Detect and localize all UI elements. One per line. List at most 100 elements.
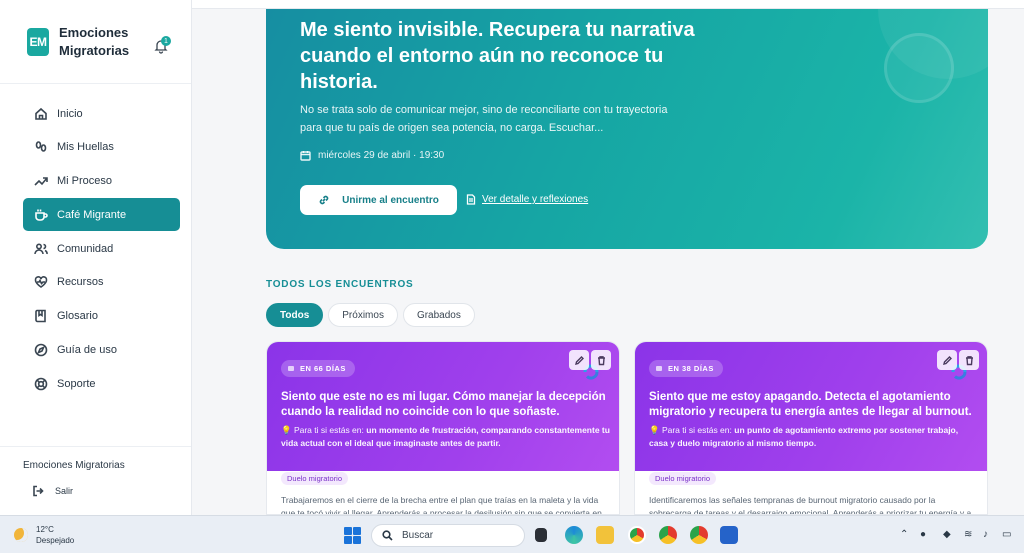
card-actions — [569, 350, 611, 370]
pencil-icon — [574, 355, 584, 365]
sidebar-item-label: Mi Proceso — [57, 175, 113, 188]
hero-description: No se trata solo de comunicar mejor, sin… — [300, 104, 668, 134]
filter-proximos[interactable]: Próximos — [328, 303, 398, 327]
sidebar-item-label: Inicio — [57, 107, 83, 120]
featured-meeting-hero: Me siento invisible. Recupera tu narrati… — [266, 9, 988, 249]
document-icon — [466, 194, 476, 205]
sidebar-item-guia-de-uso[interactable]: Guía de uso — [23, 334, 180, 367]
sidebar-item-label: Soporte — [57, 377, 96, 390]
section-title: TODOS LOS ENCUENTROS — [266, 279, 414, 290]
pencil-icon — [942, 355, 952, 365]
weather-desc: Despejado — [36, 536, 75, 545]
file-explorer-icon[interactable] — [596, 526, 614, 544]
view-details-label: Ver detalle y reflexiones — [482, 194, 589, 205]
category-tag: Duelo migratorio — [649, 472, 717, 485]
edit-button[interactable] — [937, 350, 957, 370]
taskbar-search[interactable]: Buscar — [371, 524, 525, 547]
sidebar-item-cafe-migrante[interactable]: Café Migrante — [23, 198, 180, 232]
logout-icon — [33, 485, 44, 497]
card-title: Siento que este no es mi lugar. Cómo man… — [281, 391, 606, 418]
trash-icon — [965, 355, 973, 365]
hero-title: Me siento invisible. Recupera tu narrati… — [300, 19, 695, 93]
trash-icon — [597, 355, 605, 365]
card-description: Trabajaremos en el cierre de la brecha e… — [281, 495, 609, 515]
footprints-icon — [35, 141, 47, 153]
category-tag: Duelo migratorio — [281, 472, 349, 485]
delete-button[interactable] — [959, 350, 979, 370]
card-title: Siento que me estoy apagando. Detecta el… — [649, 391, 972, 418]
sidebar-item-soporte[interactable]: Soporte — [23, 367, 180, 400]
brand-logo[interactable]: EM — [27, 27, 49, 56]
search-icon — [382, 530, 393, 541]
filter-grabados[interactable]: Grabados — [402, 303, 475, 327]
sidebar-item-label: Café Migrante — [57, 208, 127, 221]
sidebar-item-label: Recursos — [57, 276, 104, 289]
users-icon — [34, 243, 48, 254]
sidebar-item-mi-proceso[interactable]: Mi Proceso — [23, 165, 180, 198]
sidebar-item-inicio[interactable]: Inicio — [23, 97, 180, 130]
filter-todos[interactable]: Todos — [266, 303, 324, 327]
card-note-prefix: 💡 Para ti si estás en: — [649, 425, 732, 435]
join-meeting-label: Unirme al encuentro — [342, 194, 439, 206]
sidebar-item-mis-huellas[interactable]: Mis Huellas — [23, 131, 180, 164]
tray-app-icon[interactable]: ● — [920, 529, 926, 540]
delete-button[interactable] — [591, 350, 611, 370]
top-bar — [192, 0, 1024, 9]
days-badge-text: EN 66 DÍAS — [300, 364, 346, 373]
view-details-link[interactable]: Ver detalle y reflexiones — [466, 194, 588, 205]
coffee-icon — [35, 209, 48, 221]
weather-temp: 12°C — [36, 525, 54, 534]
calendar-icon — [656, 366, 662, 371]
weather-widget[interactable]: 12°C Despejado — [14, 524, 74, 546]
sidebar-footer-title: Emociones Migratorias — [23, 460, 125, 471]
card-note-prefix: 💡 Para ti si estás en: — [281, 425, 364, 435]
chrome-profile-icon[interactable] — [690, 526, 708, 544]
book-icon — [35, 309, 46, 323]
dropbox-icon[interactable]: ◆ — [943, 529, 951, 540]
sidebar-item-label: Mis Huellas — [57, 141, 114, 154]
windows-start-icon[interactable] — [344, 527, 361, 544]
logout-label: Salir — [55, 486, 74, 496]
brand-name[interactable]: Emociones Migratorias — [59, 24, 139, 60]
brand: EM Emociones Migratorias 1 — [0, 0, 191, 84]
outlook-icon[interactable] — [720, 526, 738, 544]
volume-icon[interactable]: ♪ — [983, 529, 988, 540]
join-meeting-button[interactable]: Unirme al encuentro — [300, 185, 457, 215]
sidebar-item-label: Comunidad — [57, 242, 114, 255]
wifi-icon[interactable]: ≋ — [964, 529, 972, 540]
meeting-card[interactable]: EN 66 DÍAS Siento que este no es mi luga… — [266, 341, 620, 515]
compass-decoration-icon — [884, 33, 954, 103]
sidebar: EM Emociones Migratorias 1 Inicio Mis Hu… — [0, 0, 192, 515]
calendar-icon — [288, 366, 294, 371]
windows-taskbar: 12°C Despejado Buscar ⌃ ● ◆ ≋ ♪ ▭ — [0, 515, 1024, 553]
sidebar-item-glosario[interactable]: Glosario — [23, 300, 180, 333]
sidebar-nav: Inicio Mis Huellas Mi Proceso Café Migra… — [0, 84, 191, 400]
edge-browser-icon[interactable] — [565, 526, 583, 544]
calendar-icon — [300, 151, 311, 161]
home-icon — [35, 107, 47, 120]
heart-pulse-icon — [34, 276, 48, 289]
days-badge: EN 38 DÍAS — [649, 360, 723, 377]
sidebar-item-label: Guía de uso — [57, 344, 117, 357]
days-badge-text: EN 38 DÍAS — [668, 364, 714, 373]
card-audience-note: 💡 Para ti si estás en: un punto de agota… — [649, 424, 979, 449]
moon-icon — [14, 528, 28, 542]
chrome-browser-icon[interactable] — [628, 526, 646, 544]
battery-icon[interactable]: ▭ — [1002, 529, 1011, 540]
chevron-up-icon[interactable]: ⌃ — [900, 529, 908, 540]
chrome-profile-icon[interactable] — [659, 526, 677, 544]
logout-button[interactable]: Salir — [32, 485, 191, 497]
link-icon — [319, 195, 329, 205]
sidebar-item-comunidad[interactable]: Comunidad — [23, 232, 180, 265]
task-view-icon[interactable] — [535, 528, 547, 542]
filter-tabs: Todos Próximos Grabados — [266, 303, 475, 327]
edit-button[interactable] — [569, 350, 589, 370]
sidebar-item-label: Glosario — [57, 310, 98, 323]
sidebar-item-recursos[interactable]: Recursos — [23, 266, 180, 299]
card-description: Identificaremos las señales tempranas de… — [649, 495, 979, 515]
weather-text: 12°C Despejado — [36, 524, 74, 546]
card-actions — [937, 350, 979, 370]
lifebuoy-icon — [34, 377, 48, 391]
meeting-card[interactable]: EN 38 DÍAS Siento que me estoy apagando.… — [634, 341, 988, 515]
compass-icon — [34, 343, 48, 357]
